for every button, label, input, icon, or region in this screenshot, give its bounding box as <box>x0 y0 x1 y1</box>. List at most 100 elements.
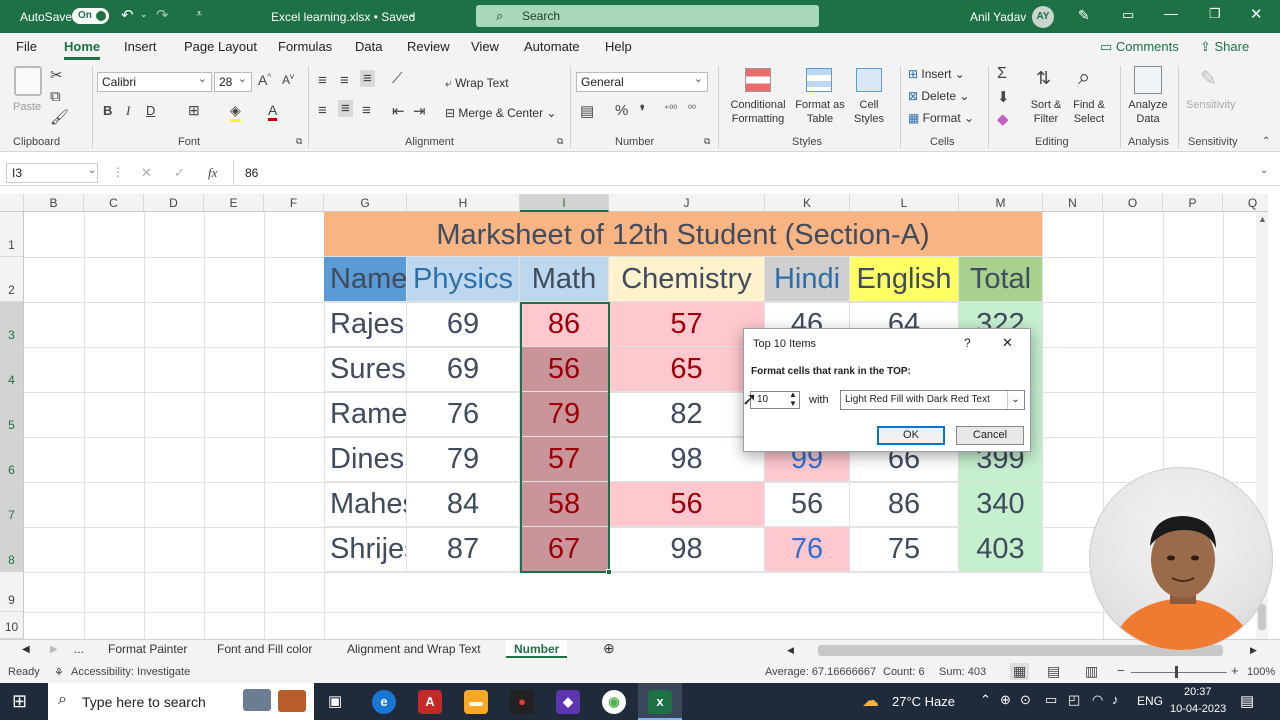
normal-view-icon[interactable]: ▦ <box>1010 663 1030 680</box>
notifications-icon[interactable]: ▤ <box>1240 692 1254 710</box>
cell-styles-icon[interactable] <box>856 68 882 92</box>
formula-input[interactable]: 86 <box>245 166 258 180</box>
total-cell[interactable]: 340 <box>959 482 1043 527</box>
file-title[interactable]: Excel learning.xlsx • Saved <box>271 10 415 24</box>
name-box-dropdown-icon[interactable]: ⌄ <box>88 165 96 176</box>
chemistry-cell[interactable]: 65 <box>609 347 765 392</box>
ribbon-display-icon[interactable]: ▭ <box>1122 7 1134 23</box>
add-sheet-icon[interactable]: ⊕ <box>603 640 615 657</box>
undo-dropdown-icon[interactable]: ⌄ <box>140 9 148 20</box>
undo-icon[interactable]: ↶ <box>121 6 134 24</box>
wifi-icon[interactable]: ◠ <box>1092 692 1103 708</box>
physics-cell[interactable]: 69 <box>407 302 520 347</box>
cancel-entry-icon[interactable]: ✕ <box>141 165 152 181</box>
percent-style-icon[interactable]: % <box>615 102 628 119</box>
header-cell-name[interactable]: Name <box>324 257 407 302</box>
cut-icon[interactable]: ✂ <box>50 66 63 84</box>
name-cell[interactable]: Dinesh <box>324 437 407 482</box>
underline-icon[interactable]: D <box>146 103 155 118</box>
name-box[interactable]: I3 <box>6 163 98 183</box>
edge-icon[interactable]: e <box>372 690 396 714</box>
zoom-slider-thumb[interactable] <box>1175 666 1178 678</box>
insert-cells-button[interactable]: ⊞ Insert ⌄ <box>908 67 965 81</box>
align-bottom-icon[interactable]: ≡ <box>360 70 375 87</box>
customize-toolbar-icon[interactable]: ⩡ <box>196 8 202 21</box>
find-select-button[interactable]: Find & Select <box>1066 98 1112 126</box>
search-box[interactable]: ⌕ Search <box>476 5 819 27</box>
english-cell[interactable]: 86 <box>850 482 959 527</box>
font-size-select[interactable]: 28 <box>214 70 252 92</box>
header-cell-chemistry[interactable]: Chemistry <box>609 257 765 302</box>
number-format-select[interactable]: General <box>576 70 708 92</box>
tray-expand-icon[interactable]: ⌃ <box>980 692 991 708</box>
cell-styles-button[interactable]: Cell Styles <box>847 98 891 126</box>
format-as-table-button[interactable]: Format as Table <box>793 98 847 126</box>
column-header-l[interactable]: L <box>850 194 959 212</box>
physics-cell[interactable]: 87 <box>407 527 520 572</box>
dialog-close-button[interactable]: ✕ <box>1002 335 1013 351</box>
font-name-select[interactable]: Calibri <box>97 70 212 92</box>
name-cell[interactable]: Mahesh <box>324 482 407 527</box>
analyze-data-icon[interactable] <box>1134 66 1162 94</box>
format-as-table-icon[interactable] <box>806 68 832 92</box>
rank-count-stepper[interactable]: 10 ▲ ▼ <box>750 390 800 409</box>
title-dropdown-icon[interactable]: ⌄ <box>408 9 416 20</box>
comma-style-icon[interactable]: ❜ <box>640 102 645 120</box>
zoom-out-icon[interactable]: − <box>1117 663 1125 678</box>
comments-button[interactable]: ▭ Comments <box>1100 39 1179 55</box>
pen-icon[interactable]: ✎ <box>1078 7 1090 24</box>
tab-review[interactable]: Review <box>407 39 450 54</box>
media-app-icon[interactable]: ◆ <box>556 690 580 714</box>
share-button[interactable]: ⇪ Share <box>1200 39 1249 55</box>
conditional-formatting-icon[interactable] <box>745 68 771 92</box>
name-cell[interactable]: Suresh <box>324 347 407 392</box>
column-header-b[interactable]: B <box>24 194 84 212</box>
sort-filter-button[interactable]: Sort & Filter <box>1026 98 1066 126</box>
tab-view[interactable]: View <box>471 39 499 54</box>
autosum-icon[interactable]: Σ <box>997 65 1007 83</box>
scroll-right-icon[interactable]: ▶ <box>1250 645 1257 656</box>
sheet-tab-alignment[interactable]: Alignment and Wrap Text <box>347 642 481 656</box>
page-layout-view-icon[interactable]: ▤ <box>1047 663 1060 680</box>
sheet-tab-format-painter[interactable]: Format Painter <box>108 642 187 656</box>
ok-button[interactable]: OK <box>877 426 945 445</box>
column-header-e[interactable]: E <box>204 194 264 212</box>
row-header-8[interactable]: 8 <box>0 527 24 572</box>
clock-date[interactable]: 10-04-2023 <box>1170 703 1226 715</box>
close-icon[interactable]: ✕ <box>1250 5 1263 23</box>
scroll-up-icon[interactable]: ▲ <box>1258 214 1267 224</box>
column-header-q[interactable]: Q <box>1223 194 1268 212</box>
increase-indent-icon[interactable]: ⇥ <box>413 102 426 120</box>
paste-button[interactable]: Paste <box>13 100 41 114</box>
language-indicator[interactable]: ENG <box>1137 694 1163 708</box>
row-header-9[interactable]: 9 <box>0 572 24 612</box>
tab-file[interactable]: File <box>16 39 37 54</box>
increase-decimal-icon[interactable]: ⁺⁰⁰ <box>664 104 677 115</box>
column-header-h[interactable]: H <box>407 194 520 212</box>
math-cell[interactable]: 86 <box>520 302 609 347</box>
autosave-toggle[interactable]: On <box>72 8 109 24</box>
worksheet-grid[interactable]: B C D E F G H I J K L M N O P Q 1 2 3 4 … <box>0 194 1268 639</box>
header-cell-physics[interactable]: Physics <box>407 257 520 302</box>
tab-formulas[interactable]: Formulas <box>278 39 332 54</box>
align-middle-icon[interactable]: ≡ <box>340 72 349 89</box>
more-sheets-tab[interactable]: ... <box>74 642 84 656</box>
borders-icon[interactable]: ⊞ <box>188 102 200 119</box>
row-header-1[interactable]: 1 <box>0 212 24 257</box>
sheet-tab-font-fill[interactable]: Font and Fill color <box>217 642 312 656</box>
merge-center-button[interactable]: ⊟ Merge & Center ⌄ <box>445 106 556 120</box>
math-cell[interactable]: 56 <box>520 347 609 392</box>
header-cell-hindi[interactable]: Hindi <box>765 257 850 302</box>
redo-icon[interactable]: ↷ <box>156 6 169 24</box>
physics-cell[interactable]: 84 <box>407 482 520 527</box>
battery-icon[interactable]: ▭ <box>1045 692 1057 708</box>
chemistry-cell[interactable]: 57 <box>609 302 765 347</box>
weather-text[interactable]: 27°C Haze <box>892 694 955 709</box>
physics-cell[interactable]: 76 <box>407 392 520 437</box>
tab-automate[interactable]: Automate <box>524 39 580 54</box>
tab-help[interactable]: Help <box>605 39 632 54</box>
hindi-cell[interactable]: 56 <box>765 482 850 527</box>
select-all-corner[interactable] <box>0 194 24 212</box>
cancel-button[interactable]: Cancel <box>956 426 1024 445</box>
help-button[interactable]: ? <box>964 336 971 350</box>
